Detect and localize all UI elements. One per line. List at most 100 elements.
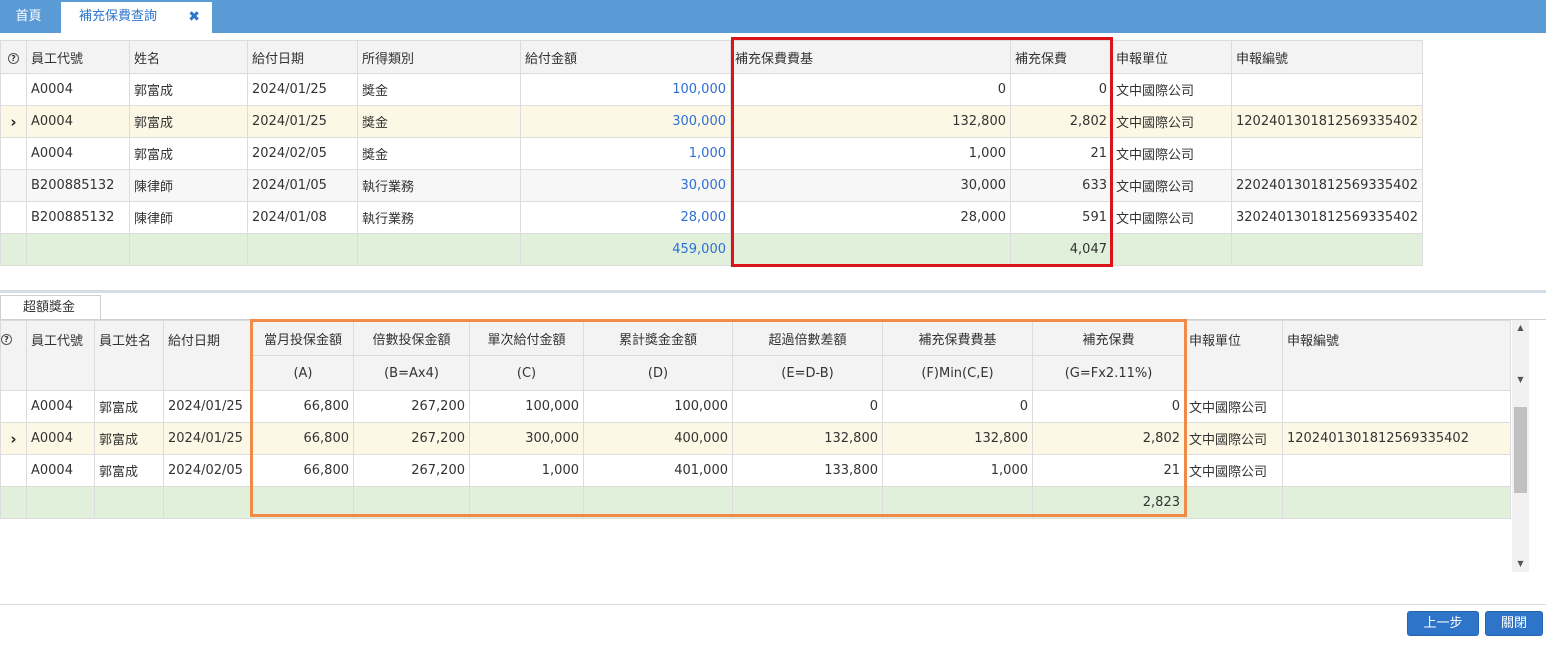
cell-employee-name: 郭富成 xyxy=(94,454,164,487)
cell-premium: 2,802 xyxy=(1010,105,1112,138)
row-indicator: › xyxy=(0,422,27,455)
cell-employee-id: A0004 xyxy=(26,73,130,106)
table-row[interactable]: B200885132 陳律師 2024/01/05 執行業務 30,000 30… xyxy=(0,169,1423,202)
cell-multiple-insured: 267,200 xyxy=(353,422,470,455)
header-premium[interactable]: 補充保費 xyxy=(1010,40,1112,74)
subheader-d: (D) xyxy=(583,355,733,391)
cell-pay-date: 2024/01/25 xyxy=(163,390,253,423)
header-pay-amount[interactable]: 給付金額 xyxy=(520,40,731,74)
row-indicator xyxy=(0,454,27,487)
tab-supplementary-premium-query[interactable]: 補充保費查詢 ✖ xyxy=(61,2,212,33)
subheader-a: (A) xyxy=(252,355,354,391)
header-multiple-insured[interactable]: 倍數投保金額 xyxy=(353,320,470,356)
close-icon[interactable]: ✖ xyxy=(188,2,200,32)
tab-excess-bonus[interactable]: 超額獎金 xyxy=(0,295,101,320)
header-employee-id[interactable]: 員工代號 xyxy=(26,40,130,74)
header-pay-date[interactable]: 給付日期 xyxy=(247,40,358,74)
previous-step-button[interactable]: 上一步 xyxy=(1407,611,1479,636)
cell-accumulated-bonus: 400,000 xyxy=(583,422,733,455)
table-row[interactable]: A0004 郭富成 2024/02/05 66,800 267,200 1,00… xyxy=(0,454,1511,487)
tab-home[interactable]: 首頁 xyxy=(0,0,57,33)
row-indicator xyxy=(0,201,27,234)
header-row: ? 員工代號 員工姓名 給付日期 當月投保金額 倍數投保金額 單次給付金額 累計… xyxy=(0,320,1511,391)
cell-income-type: 獎金 xyxy=(357,137,521,170)
cell-premium-base: 0 xyxy=(730,73,1011,106)
subheader-g: (G=Fx2.11%) xyxy=(1032,355,1185,391)
scroll-header-down-icon[interactable]: ▼ xyxy=(1512,374,1529,386)
cell-pay-date: 2024/01/25 xyxy=(163,422,253,455)
cell-report-unit: 文中國際公司 xyxy=(1111,73,1232,106)
scroll-down-icon[interactable]: ▼ xyxy=(1512,556,1529,572)
cell-employee-id: B200885132 xyxy=(26,169,130,202)
table-row-selected[interactable]: › A0004 郭富成 2024/01/25 66,800 267,200 30… xyxy=(0,422,1511,455)
help-column-header[interactable]: ? xyxy=(0,320,27,391)
row-indicator xyxy=(0,73,27,106)
cell-multiple-insured: 267,200 xyxy=(353,390,470,423)
cell-employee-name: 郭富成 xyxy=(94,390,164,423)
cell-premium-base: 1,000 xyxy=(882,454,1033,487)
cell-name: 郭富成 xyxy=(129,105,248,138)
table-row[interactable]: A0004 郭富成 2024/02/05 獎金 1,000 1,000 21 文… xyxy=(0,137,1423,170)
close-button[interactable]: 關閉 xyxy=(1485,611,1543,636)
cell-employee-id: B200885132 xyxy=(26,201,130,234)
cell-premium: 591 xyxy=(1010,201,1112,234)
table-row[interactable]: A0004 郭富成 2024/01/25 獎金 100,000 0 0 文中國際… xyxy=(0,73,1423,106)
subheader-e: (E=D-B) xyxy=(732,355,883,391)
header-employee-name[interactable]: 員工姓名 xyxy=(94,320,164,391)
cell-excess-difference: 133,800 xyxy=(732,454,883,487)
cell-pay-amount[interactable]: 1,000 xyxy=(520,137,731,170)
header-report-unit[interactable]: 申報單位 xyxy=(1111,40,1232,74)
cell-report-unit: 文中國際公司 xyxy=(1111,137,1232,170)
total-premium: 2,823 xyxy=(1032,486,1185,519)
header-excess-difference[interactable]: 超過倍數差額 xyxy=(732,320,883,356)
header-monthly-insured[interactable]: 當月投保金額 xyxy=(252,320,354,356)
row-indicator xyxy=(0,169,27,202)
scroll-up-icon[interactable]: ▲ xyxy=(1512,320,1529,336)
header-name[interactable]: 姓名 xyxy=(129,40,248,74)
cell-excess-difference: 132,800 xyxy=(732,422,883,455)
header-premium[interactable]: 補充保費 xyxy=(1032,320,1185,356)
cell-accumulated-bonus: 100,000 xyxy=(583,390,733,423)
cell-report-number xyxy=(1282,390,1511,423)
tab-bar: 首頁 補充保費查詢 ✖ xyxy=(0,0,1546,33)
table-row-selected[interactable]: › A0004 郭富成 2024/01/25 獎金 300,000 132,80… xyxy=(0,105,1423,138)
header-pay-date[interactable]: 給付日期 xyxy=(163,320,253,391)
header-accumulated-bonus[interactable]: 累計獎金金額 xyxy=(583,320,733,356)
table-row[interactable]: A0004 郭富成 2024/01/25 66,800 267,200 100,… xyxy=(0,390,1511,423)
vertical-scrollbar[interactable]: ▲ ▼ ▼ xyxy=(1512,320,1529,572)
cell-employee-id: A0004 xyxy=(26,422,95,455)
cell-single-payment: 300,000 xyxy=(469,422,584,455)
help-column-header[interactable]: ? xyxy=(0,40,27,74)
table-row[interactable]: B200885132 陳律師 2024/01/08 執行業務 28,000 28… xyxy=(0,201,1423,234)
cell-employee-id: A0004 xyxy=(26,390,95,423)
cell-pay-amount[interactable]: 30,000 xyxy=(520,169,731,202)
header-premium-base[interactable]: 補充保費費基 xyxy=(882,320,1033,356)
header-income-type[interactable]: 所得類別 xyxy=(357,40,521,74)
cell-premium-base: 132,800 xyxy=(882,422,1033,455)
header-report-unit[interactable]: 申報單位 xyxy=(1184,320,1283,391)
cell-income-type: 獎金 xyxy=(357,105,521,138)
row-indicator xyxy=(0,390,27,423)
cell-pay-amount[interactable]: 100,000 xyxy=(520,73,731,106)
header-row: ? 員工代號 姓名 給付日期 所得類別 給付金額 補充保費費基 補充保費 申報單… xyxy=(0,40,1423,74)
header-single-payment[interactable]: 單次給付金額 xyxy=(469,320,584,356)
cell-single-payment: 1,000 xyxy=(469,454,584,487)
cell-report-unit: 文中國際公司 xyxy=(1111,169,1232,202)
header-employee-id[interactable]: 員工代號 xyxy=(26,320,95,391)
help-icon[interactable]: ? xyxy=(8,52,19,64)
cell-pay-amount[interactable]: 300,000 xyxy=(520,105,731,138)
help-icon[interactable]: ? xyxy=(1,334,12,345)
cell-premium-base: 1,000 xyxy=(730,137,1011,170)
header-premium-base[interactable]: 補充保費費基 xyxy=(730,40,1011,74)
cell-report-unit: 文中國際公司 xyxy=(1111,105,1232,138)
cell-monthly-insured: 66,800 xyxy=(252,454,354,487)
cell-income-type: 執行業務 xyxy=(357,201,521,234)
summary-row: 2,823 xyxy=(0,486,1511,519)
subheader-b: (B=Ax4) xyxy=(353,355,470,391)
scrollbar-thumb[interactable] xyxy=(1514,407,1527,493)
cell-monthly-insured: 66,800 xyxy=(252,390,354,423)
cell-premium-base: 132,800 xyxy=(730,105,1011,138)
header-report-number[interactable]: 申報編號 xyxy=(1282,320,1511,391)
header-report-number[interactable]: 申報編號 xyxy=(1231,40,1423,74)
cell-pay-amount[interactable]: 28,000 xyxy=(520,201,731,234)
